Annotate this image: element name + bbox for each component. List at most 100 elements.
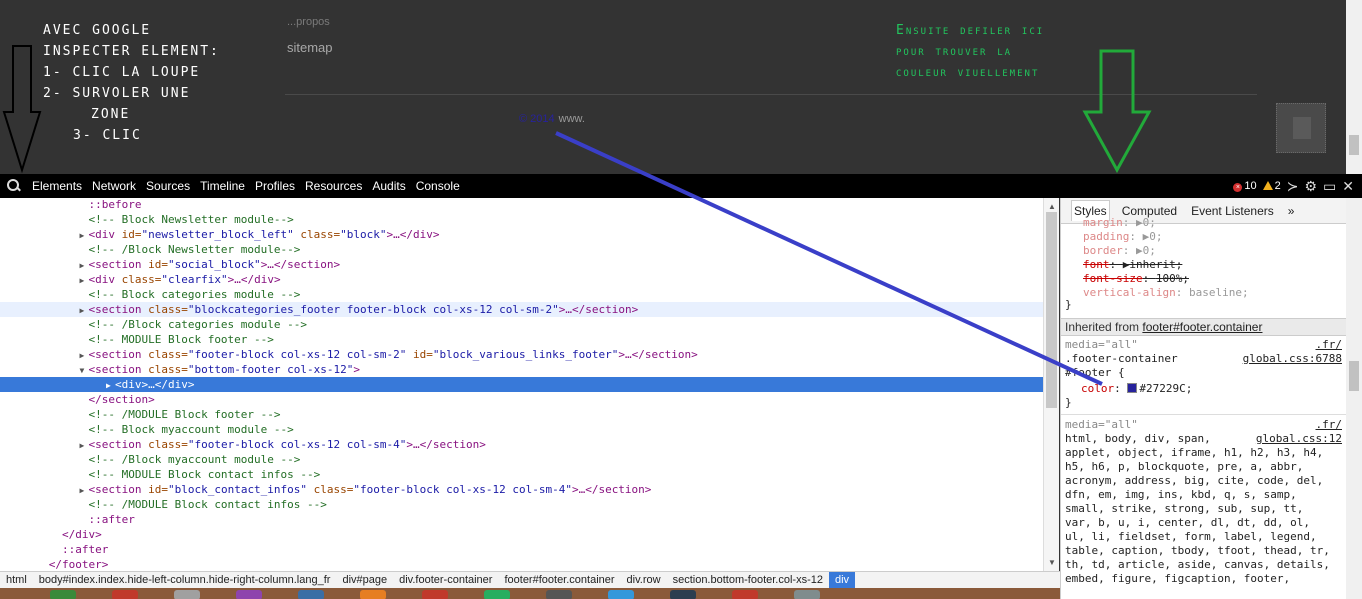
taskbar-app-icon[interactable] (608, 590, 634, 599)
rule2-source[interactable]: global.css:12 (1256, 432, 1342, 445)
scroll-down-icon[interactable]: ▼ (1048, 558, 1056, 567)
style-prop-name[interactable]: vertical-align (1083, 286, 1176, 299)
rule1-prop[interactable]: color (1081, 382, 1114, 395)
selector-line[interactable]: th, td, article, aside, canvas, details, (1065, 558, 1330, 572)
selector-line[interactable]: html, body, div, span, (1065, 432, 1211, 446)
taskbar-app-icon[interactable] (50, 590, 76, 599)
rule1-source[interactable]: global.css:6788 (1243, 352, 1342, 365)
tab-timeline[interactable]: Timeline (200, 179, 245, 193)
breadcrumb-item[interactable]: body#index.index.hide-left-column.hide-r… (33, 574, 337, 586)
style-declaration[interactable]: padding: ▶0; (1083, 230, 1162, 244)
selector-line[interactable]: h5, h6, p, blockquote, pre, a, abbr, (1065, 460, 1303, 474)
dom-node-row[interactable]: </div> (0, 527, 1043, 542)
style-declaration[interactable]: vertical-align: baseline; (1083, 286, 1249, 300)
breadcrumb-item[interactable]: div (828, 571, 856, 589)
selector-line[interactable]: ul, li, fieldset, form, label, legend, (1065, 530, 1317, 544)
tab-profiles[interactable]: Profiles (255, 179, 295, 193)
dom-node-row[interactable]: </footer> (0, 557, 1043, 571)
search-icon[interactable] (6, 178, 22, 194)
dom-node-row[interactable]: ▶ <div class="clearfix">…</div> (0, 272, 1043, 287)
tab-event-listeners[interactable]: Event Listeners (1189, 201, 1276, 221)
dom-node-row[interactable]: ::after (0, 512, 1043, 527)
elements-tree[interactable]: ::before <!-- Block Newsletter module-->… (0, 198, 1043, 571)
dock-icon[interactable]: ▭ (1323, 178, 1336, 195)
style-prop-value[interactable]: 100%; (1156, 272, 1189, 285)
style-prop-name[interactable]: padding (1083, 230, 1129, 243)
elements-scrollbar[interactable]: ▲ ▼ (1043, 198, 1059, 571)
dom-node-row[interactable]: ▶ <section id="social_block">…</section> (0, 257, 1043, 272)
selector-line[interactable]: embed, figure, figcaption, footer, (1065, 572, 1290, 586)
style-prop-name[interactable]: font (1083, 258, 1110, 271)
style-prop-name[interactable]: font-size (1083, 272, 1143, 285)
breadcrumb-item[interactable]: html (0, 574, 33, 586)
tab-elements[interactable]: Elements (32, 179, 82, 193)
styles-scrollbar[interactable] (1346, 198, 1362, 599)
style-prop-name[interactable]: margin (1083, 216, 1123, 229)
style-prop-value[interactable]: ▶inherit; (1123, 258, 1183, 271)
scroll-up-icon[interactable]: ▲ (1048, 202, 1056, 211)
style-prop-value[interactable]: ▶0; (1136, 244, 1156, 257)
dom-node-row[interactable]: <!-- /Block myaccount module --> (0, 452, 1043, 467)
style-declaration[interactable]: border: ▶0; (1083, 244, 1156, 258)
taskbar-app-icon[interactable] (794, 590, 820, 599)
taskbar-app-icon[interactable] (360, 590, 386, 599)
taskbar-app-icon[interactable] (484, 590, 510, 599)
selector-line[interactable]: var, b, u, i, center, dl, dt, dd, ol, (1065, 516, 1310, 530)
page-scrollbar-thumb[interactable] (1349, 135, 1359, 155)
rule1-selector2[interactable]: #footer { (1065, 366, 1125, 380)
dom-node-row[interactable]: ▼ <section class="bottom-footer col-xs-12… (0, 362, 1043, 377)
style-prop-value[interactable]: ▶0; (1136, 216, 1156, 229)
style-prop-name[interactable]: border (1083, 244, 1123, 257)
breadcrumb-item[interactable]: footer#footer.container (498, 574, 620, 586)
dom-node-row[interactable]: <!-- /MODULE Block contact infos --> (0, 497, 1043, 512)
dom-node-row[interactable]: <!-- /Block Newsletter module--> (0, 242, 1043, 257)
rule1-source-host[interactable]: .fr/ (1316, 338, 1343, 351)
elements-scrollbar-thumb[interactable] (1046, 212, 1057, 408)
style-prop-value[interactable]: ▶0; (1143, 230, 1163, 243)
rule2-source-host[interactable]: .fr/ (1316, 418, 1343, 431)
warning-count[interactable]: 2 (1262, 180, 1281, 192)
dom-node-row[interactable]: <!-- /Block categories module --> (0, 317, 1043, 332)
taskbar-app-icon[interactable] (422, 590, 448, 599)
taskbar-app-icon[interactable] (112, 590, 138, 599)
dom-node-row[interactable]: <!-- MODULE Block footer --> (0, 332, 1043, 347)
page-scrollbar[interactable] (1346, 0, 1362, 174)
drawer-icon[interactable]: ≻ (1287, 178, 1299, 195)
tab-console[interactable]: Console (416, 179, 460, 193)
inherited-link[interactable]: footer#footer.container (1142, 320, 1262, 334)
breadcrumb-item[interactable]: section.bottom-footer.col-xs-12 (667, 574, 829, 586)
error-count[interactable]: × 10 (1233, 180, 1257, 192)
close-icon[interactable]: ✕ (1342, 178, 1354, 195)
selector-line[interactable]: acronym, address, big, cite, code, del, (1065, 474, 1323, 488)
dom-node-row[interactable]: ::after (0, 542, 1043, 557)
rule1-declaration[interactable]: color: #27229C; (1081, 382, 1192, 396)
selector-line[interactable]: dfn, em, img, ins, kbd, q, s, samp, (1065, 488, 1297, 502)
breadcrumb-item[interactable]: div.row (621, 574, 667, 586)
dom-node-row[interactable]: ▶ <section id="block_contact_infos" class… (0, 482, 1043, 497)
selector-line[interactable]: applet, object, iframe, h1, h2, h3, h4, (1065, 446, 1323, 460)
dom-node-row[interactable]: <!-- /MODULE Block footer --> (0, 407, 1043, 422)
tab-more[interactable]: » (1286, 201, 1297, 221)
dom-node-row[interactable]: </section> (0, 392, 1043, 407)
taskbar-app-icon[interactable] (174, 590, 200, 599)
style-declaration[interactable]: font-size: 100%; (1083, 272, 1189, 286)
footer-link-propos[interactable]: ...propos (287, 16, 330, 28)
taskbar-app-icon[interactable] (236, 590, 262, 599)
back-to-top-button[interactable] (1276, 103, 1326, 153)
selected-node-row[interactable]: ▶ <div>…</div> (0, 377, 1043, 392)
dom-node-row[interactable]: <!-- Block categories module --> (0, 287, 1043, 302)
color-swatch[interactable] (1127, 383, 1138, 393)
tab-sources[interactable]: Sources (146, 179, 190, 193)
breadcrumb-item[interactable]: div.footer-container (393, 574, 498, 586)
tab-resources[interactable]: Resources (305, 179, 362, 193)
styles-scrollbar-thumb[interactable] (1349, 361, 1359, 391)
selector-line[interactable]: table, caption, tbody, tfoot, thead, tr, (1065, 544, 1330, 558)
dom-node-row[interactable]: <!-- Block myaccount module --> (0, 422, 1043, 437)
taskbar-app-icon[interactable] (670, 590, 696, 599)
taskbar-app-icon[interactable] (298, 590, 324, 599)
gear-icon[interactable]: ⚙ (1304, 178, 1317, 195)
dom-node-row[interactable]: ::before (0, 198, 1043, 212)
style-prop-value[interactable]: baseline; (1189, 286, 1249, 299)
selector-line[interactable]: small, strike, strong, sub, sup, tt, (1065, 502, 1303, 516)
footer-link-sitemap[interactable]: sitemap (287, 40, 333, 55)
